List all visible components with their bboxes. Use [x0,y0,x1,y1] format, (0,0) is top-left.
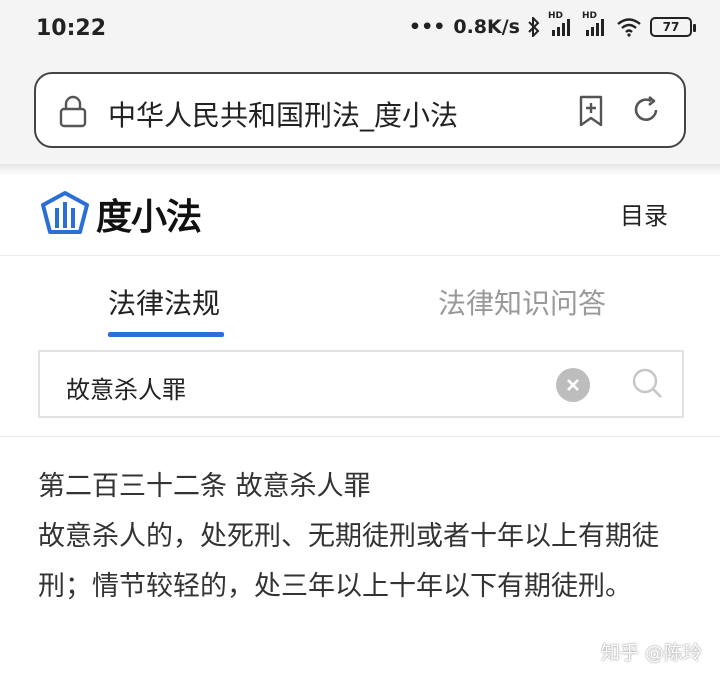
toolbar-shadow [0,164,720,176]
site-header: 度小法 目录 [0,176,720,256]
logo-icon[interactable] [40,190,90,240]
tab-laws[interactable]: 法律法规 [108,282,220,322]
article-body: 故意杀人的，处死刑、无期徒刑或者十年以上有期徒刑；情节较轻的，处三年以上十年以下… [38,521,659,602]
lock-icon [58,94,88,132]
active-tab-indicator [108,332,224,337]
status-bar: 10:22 ••• 0.8K/s HD HD 77 [0,0,720,64]
battery-icon: 77 [650,17,696,37]
divider [0,436,720,437]
status-time: 10:22 [36,16,107,41]
wifi-icon [616,17,642,37]
dots-icon: ••• [408,16,446,38]
bookmark-add-icon[interactable] [576,94,606,132]
search-input[interactable]: 故意杀人罪 [66,370,186,405]
search-box: 故意杀人罪 [38,350,684,418]
signal-icon: HD [548,11,574,37]
logo-text[interactable]: 度小法 [96,188,202,240]
page-title[interactable]: 中华人民共和国刑法_度小法 [108,94,458,134]
clear-icon[interactable] [556,368,590,402]
watermark: 知乎 @陈玲 [600,642,702,664]
catalog-link[interactable]: 目录 [620,196,668,231]
signal-icon: HD [582,11,608,37]
network-speed: 0.8K/s [453,16,520,38]
article: 第二百三十二条 故意杀人罪 故意杀人的，处死刑、无期徒刑或者十年以上有期徒刑；情… [38,462,688,612]
refresh-icon[interactable] [630,94,662,130]
status-icons: ••• 0.8K/s HD HD 77 [408,11,696,38]
tab-bar: 法律法规 法律知识问答 [0,256,720,340]
battery-level: 77 [662,20,680,34]
hd-label: HD [582,11,598,21]
article-title: 第二百三十二条 故意杀人罪 [38,471,371,502]
address-bar[interactable]: 中华人民共和国刑法_度小法 [34,72,686,148]
browser-toolbar: 中华人民共和国刑法_度小法 [0,64,720,164]
bluetooth-icon [528,17,540,37]
search-icon[interactable] [630,366,666,406]
hd-label: HD [548,11,564,21]
tab-legal-qa[interactable]: 法律知识问答 [438,282,606,322]
